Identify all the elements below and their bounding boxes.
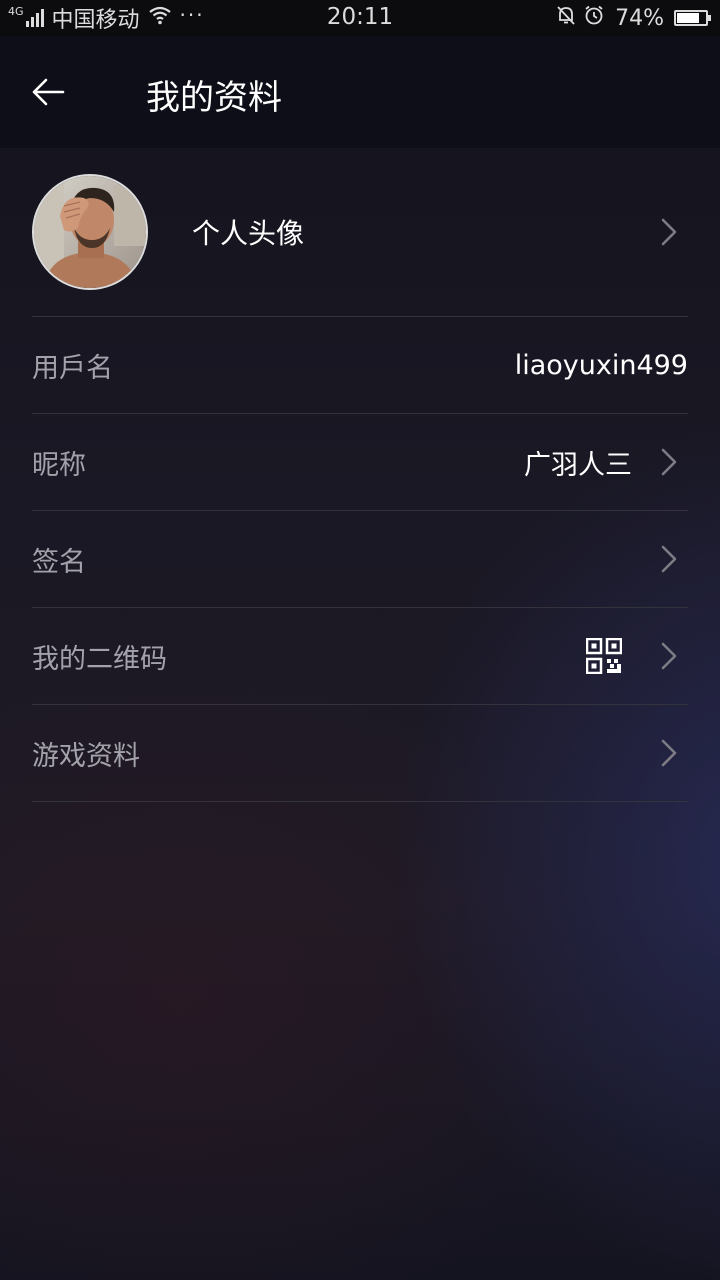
nickname-row[interactable]: 昵称 广羽人三 (32, 414, 688, 511)
chevron-right-icon (661, 448, 677, 476)
avatar-row[interactable]: 个人头像 (32, 148, 688, 317)
battery-level (677, 13, 700, 23)
arrow-left-icon (32, 78, 65, 106)
battery-percent: 74% (615, 5, 664, 31)
qr-code-label: 我的二维码 (32, 643, 167, 675)
chevron-right-icon (661, 545, 677, 573)
app-header: 我的资料 (0, 36, 720, 148)
page-title: 我的资料 (146, 78, 282, 118)
avatar-label: 个人头像 (192, 217, 305, 250)
battery-icon (674, 10, 711, 26)
username-label: 用戶名 (32, 352, 113, 384)
avatar (32, 174, 148, 290)
status-bar: 4G 中国移动 ··· 20:11 74% (0, 0, 720, 36)
signature-label: 签名 (32, 546, 86, 578)
signature-row[interactable]: 签名 (32, 511, 688, 608)
mute-bell-icon (555, 4, 577, 32)
profile-list: 个人头像 用戶名 liaoyuxin499 昵称 广羽人三 签名 我的二维码 游… (32, 148, 688, 802)
game-profile-label: 游戏资料 (32, 740, 140, 772)
chevron-right-icon (661, 218, 677, 246)
nickname-label: 昵称 (32, 449, 86, 481)
qr-code-icon (586, 638, 622, 674)
back-button[interactable] (24, 64, 72, 120)
username-row: 用戶名 liaoyuxin499 (32, 317, 688, 414)
username-value: liaoyuxin499 (514, 349, 688, 381)
status-right: 74% (549, 3, 711, 33)
nickname-value: 广羽人三 (524, 449, 632, 481)
alarm-icon (583, 4, 605, 32)
chevron-right-icon (661, 642, 677, 670)
game-profile-row[interactable]: 游戏资料 (32, 705, 688, 802)
chevron-right-icon (661, 739, 677, 767)
qr-code-row[interactable]: 我的二维码 (32, 608, 688, 705)
